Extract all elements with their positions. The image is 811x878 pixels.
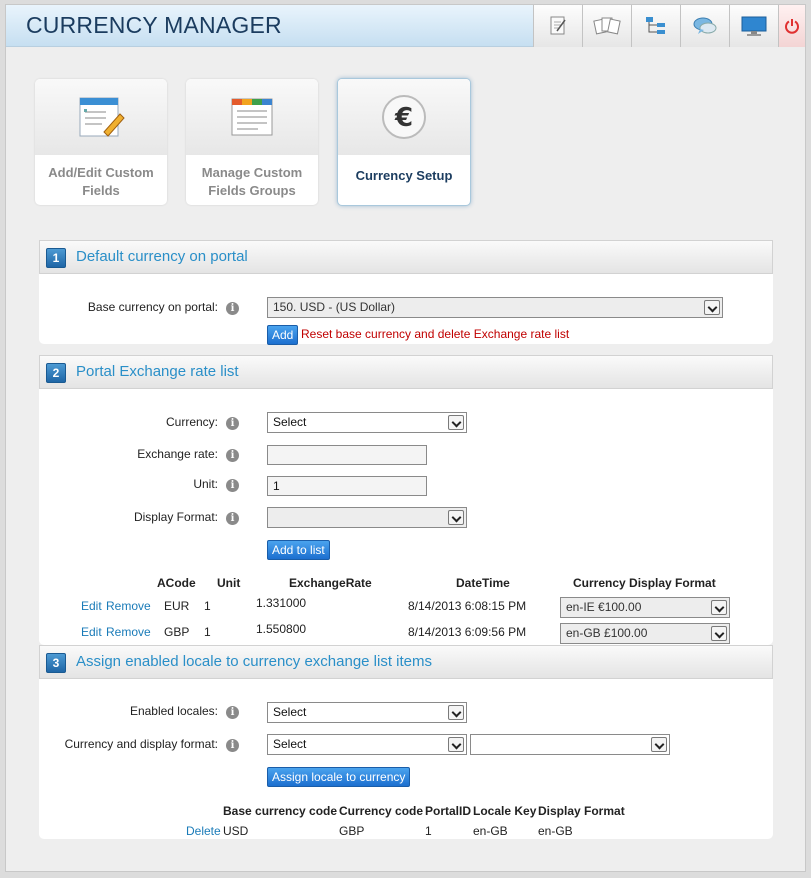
- tile-label: Manage Custom Fields Groups: [201, 165, 303, 198]
- edit-link[interactable]: Edit: [81, 625, 102, 639]
- chevron-down-icon: [651, 737, 667, 752]
- row-acode: EUR: [164, 599, 190, 613]
- column-header-base-currency-code: Base currency code: [223, 804, 338, 818]
- app-window: CURRENCY MANAGER Add/Edit Custom Fields …: [5, 4, 806, 872]
- row-datetime: 8/14/2013 6:08:15 PM: [408, 599, 527, 613]
- exchange-rate-input[interactable]: [267, 445, 427, 465]
- tile-label: Currency Setup: [355, 168, 453, 183]
- row-unit: 1: [204, 625, 211, 639]
- row-unit: 1: [204, 599, 211, 613]
- section-2-title: Portal Exchange rate list: [76, 363, 239, 380]
- delete-link[interactable]: Delete: [186, 824, 221, 838]
- section-1-header: 1 Default currency on portal: [39, 240, 773, 274]
- section-1-number: 1: [46, 248, 66, 268]
- section-3-header: 3 Assign enabled locale to currency exch…: [39, 645, 773, 679]
- power-icon[interactable]: [778, 5, 805, 47]
- currency-label: Currency:: [165, 415, 218, 429]
- row-display-format-value: en-IE €100.00: [566, 600, 642, 614]
- edit-link[interactable]: Edit: [81, 599, 102, 613]
- display-format-select[interactable]: [267, 507, 467, 528]
- app-title: CURRENCY MANAGER: [26, 12, 282, 38]
- currency-select-value: Select: [273, 415, 307, 429]
- column-header-exchange-rate: ExchangeRate: [289, 576, 372, 590]
- row-display-format-select[interactable]: en-GB £100.00: [560, 623, 730, 644]
- enabled-locales-select[interactable]: Select: [267, 702, 467, 723]
- exchange-rate-label: Exchange rate:: [137, 447, 218, 461]
- locale-format-select[interactable]: [470, 734, 670, 755]
- display-format-label: Display Format:: [133, 510, 218, 524]
- section-1-title: Default currency on portal: [76, 248, 248, 265]
- cards-icon[interactable]: [582, 5, 631, 47]
- column-header-acode: ACode: [157, 576, 196, 590]
- tile-currency-setup[interactable]: € Currency Setup: [337, 78, 471, 206]
- column-header-locale-key: Locale Key: [473, 804, 537, 818]
- unit-input[interactable]: 1: [267, 476, 427, 496]
- field-groups-icon: [231, 98, 273, 136]
- chevron-down-icon: [448, 737, 464, 752]
- currency-select[interactable]: Select: [267, 412, 467, 433]
- reset-base-currency-link[interactable]: Reset base currency and delete Exchange …: [301, 327, 569, 341]
- chevron-down-icon: [448, 510, 464, 525]
- toolbar: [533, 5, 805, 47]
- section-2-number: 2: [46, 363, 66, 383]
- section-3-number: 3: [46, 653, 66, 673]
- currency-exchange-select[interactable]: Select: [267, 734, 467, 755]
- row-locale-key: en-GB: [473, 824, 508, 838]
- unit-label: Unit:: [193, 477, 218, 491]
- row-display-format: en-GB: [538, 824, 573, 838]
- add-to-list-button[interactable]: Add to list: [267, 540, 330, 560]
- info-icon[interactable]: i: [226, 706, 239, 719]
- remove-link[interactable]: Remove: [106, 599, 151, 613]
- info-icon[interactable]: i: [226, 512, 239, 525]
- row-display-format-value: en-GB £100.00: [566, 626, 648, 640]
- remove-link[interactable]: Remove: [106, 625, 151, 639]
- row-display-format-select[interactable]: en-IE €100.00: [560, 597, 730, 618]
- section-3-title: Assign enabled locale to currency exchan…: [76, 653, 433, 670]
- chevron-down-icon: [704, 300, 720, 315]
- chevron-down-icon: [711, 600, 727, 615]
- base-currency-select[interactable]: 150. USD - (US Dollar): [267, 297, 723, 318]
- currency-exchange-value: Select: [273, 737, 307, 751]
- enabled-locales-label: Enabled locales:: [129, 704, 218, 718]
- info-icon[interactable]: i: [226, 739, 239, 752]
- column-header-currency-code: Currency code: [339, 804, 424, 818]
- tile-label: Add/Edit Custom Fields: [48, 165, 154, 198]
- add-base-currency-button[interactable]: Add: [267, 325, 299, 345]
- app-header: CURRENCY MANAGER: [6, 5, 805, 47]
- monitor-icon[interactable]: [729, 5, 778, 47]
- row-exchange-rate: 1.550800: [256, 622, 307, 636]
- base-currency-value: 150. USD - (US Dollar): [273, 300, 396, 314]
- chevron-down-icon: [711, 626, 727, 641]
- info-icon[interactable]: i: [226, 479, 239, 492]
- chat-icon[interactable]: [680, 5, 729, 47]
- info-icon[interactable]: i: [226, 417, 239, 430]
- info-icon[interactable]: i: [226, 302, 239, 315]
- column-header-unit: Unit: [217, 576, 241, 590]
- column-header-display-format: Display Format: [538, 804, 625, 818]
- column-header-datetime: DateTime: [456, 576, 510, 590]
- row-base-currency: USD: [223, 824, 249, 838]
- tile-add-edit-custom-fields[interactable]: Add/Edit Custom Fields: [35, 79, 167, 205]
- form-edit-icon: [79, 97, 125, 137]
- base-currency-label: Base currency on portal:: [87, 300, 218, 314]
- row-datetime: 8/14/2013 6:09:56 PM: [408, 625, 527, 639]
- row-currency-code: GBP: [339, 824, 365, 838]
- column-header-portal-id: PortalID: [425, 804, 472, 818]
- info-icon[interactable]: i: [226, 449, 239, 462]
- row-exchange-rate: 1.331000: [256, 596, 307, 610]
- euro-icon: €: [382, 95, 426, 139]
- row-acode: GBP: [164, 625, 190, 639]
- section-2-header: 2 Portal Exchange rate list: [39, 355, 773, 389]
- chevron-down-icon: [448, 705, 464, 720]
- currency-display-format-label: Currency and display format:: [64, 737, 218, 751]
- assign-locale-button[interactable]: Assign locale to currency: [267, 767, 411, 787]
- column-header-display-format: Currency Display Format: [573, 576, 716, 590]
- chevron-down-icon: [448, 415, 464, 430]
- notepad-icon[interactable]: [533, 5, 582, 47]
- tile-manage-custom-fields-groups[interactable]: Manage Custom Fields Groups: [186, 79, 318, 205]
- svg-text:€: €: [394, 103, 413, 133]
- enabled-locales-value: Select: [273, 705, 307, 719]
- row-portal-id: 1: [425, 824, 432, 838]
- tree-icon[interactable]: [631, 5, 680, 47]
